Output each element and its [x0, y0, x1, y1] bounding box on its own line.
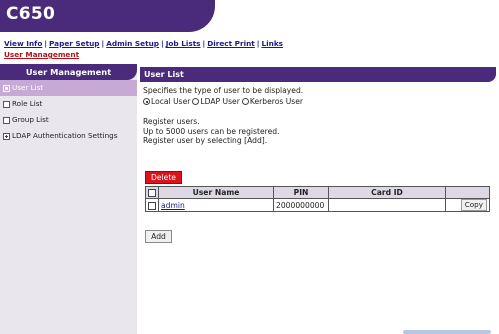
- user-type-radio-group: Local User LDAP User Kerberos User: [143, 97, 496, 106]
- select-all-checkbox[interactable]: [148, 189, 156, 197]
- col-card-id: Card ID: [328, 186, 446, 199]
- square-icon: [3, 116, 10, 124]
- header: C650: [0, 0, 499, 36]
- sidebar-item-ldap-auth[interactable]: LDAP Authentication Settings: [0, 128, 137, 144]
- app-title: C650: [6, 4, 56, 24]
- row-select-cell: [145, 198, 159, 212]
- radio-unchecked-icon: [192, 98, 200, 105]
- sidebar-title: User Management: [0, 64, 137, 80]
- radio-unchecked-icon: [241, 98, 249, 105]
- radio-checked-icon: [143, 98, 150, 105]
- square-icon: [3, 100, 10, 108]
- nav-user-management[interactable]: User Management: [4, 50, 79, 59]
- header-pattern: [190, 0, 499, 32]
- main-panel: User List Specifies the type of user to …: [140, 64, 496, 146]
- table-header-row: User Name PIN Card ID: [145, 186, 490, 199]
- nav-job-lists[interactable]: Job Lists: [166, 39, 201, 48]
- add-button[interactable]: Add: [145, 230, 172, 243]
- note-line: Register users.: [143, 117, 200, 126]
- sidebar-item-label: Group List: [12, 115, 49, 124]
- sidebar-item-label: User List: [12, 83, 44, 92]
- col-pin: PIN: [273, 186, 329, 199]
- nav-direct-print[interactable]: Direct Print: [207, 39, 255, 48]
- select-all-header: [145, 186, 159, 199]
- delete-button[interactable]: Delete: [145, 171, 182, 184]
- nav-admin-setup[interactable]: Admin Setup: [106, 39, 159, 48]
- sidebar-item-group-list[interactable]: Group List: [0, 112, 137, 128]
- copy-cell: Copy: [445, 198, 490, 212]
- top-nav: View Info | Paper Setup | Admin Setup | Job Li…: [4, 39, 284, 59]
- register-notes: Register users. Up to 5000 users can be …: [143, 117, 496, 146]
- note-line: Up to 5000 users can be registered.: [143, 126, 280, 136]
- sidebar-item-label: Role List: [12, 99, 43, 108]
- col-user-name: User Name: [158, 186, 274, 199]
- nav-view-info[interactable]: View Info: [4, 39, 42, 48]
- section-title: User List: [140, 67, 496, 82]
- user-name-cell: admin: [158, 198, 274, 212]
- sidebar: User Management User List Role List Grou…: [0, 64, 137, 334]
- user-name-link[interactable]: admin: [161, 201, 185, 210]
- radio-local-user[interactable]: Local User: [143, 97, 190, 106]
- nav-links[interactable]: Links: [261, 39, 283, 48]
- copy-button[interactable]: Copy: [460, 199, 487, 211]
- col-actions: [445, 186, 490, 199]
- sidebar-item-role-list[interactable]: Role List: [0, 96, 137, 112]
- sidebar-item-user-list[interactable]: User List: [0, 80, 137, 96]
- nav-paper-setup[interactable]: Paper Setup: [49, 39, 100, 48]
- type-description: Specifies the type of user to be display…: [143, 86, 304, 95]
- pin-cell: 2000000000: [273, 198, 329, 212]
- row-checkbox[interactable]: [148, 201, 156, 210]
- note-line: Register user by selecting [Add].: [143, 136, 268, 145]
- selected-square-icon: [3, 84, 10, 92]
- radio-kerberos-user[interactable]: Kerberos User: [241, 97, 303, 106]
- expand-plus-icon: [3, 132, 10, 140]
- table-row: admin 2000000000 Copy: [145, 198, 490, 212]
- user-table: User Name PIN Card ID admin 2000000000 C…: [145, 186, 490, 212]
- sidebar-item-label: LDAP Authentication Settings: [12, 131, 118, 140]
- radio-ldap-user[interactable]: LDAP User: [192, 97, 240, 106]
- horizontal-scrollbar[interactable]: [403, 330, 491, 334]
- card-id-cell: [328, 198, 446, 212]
